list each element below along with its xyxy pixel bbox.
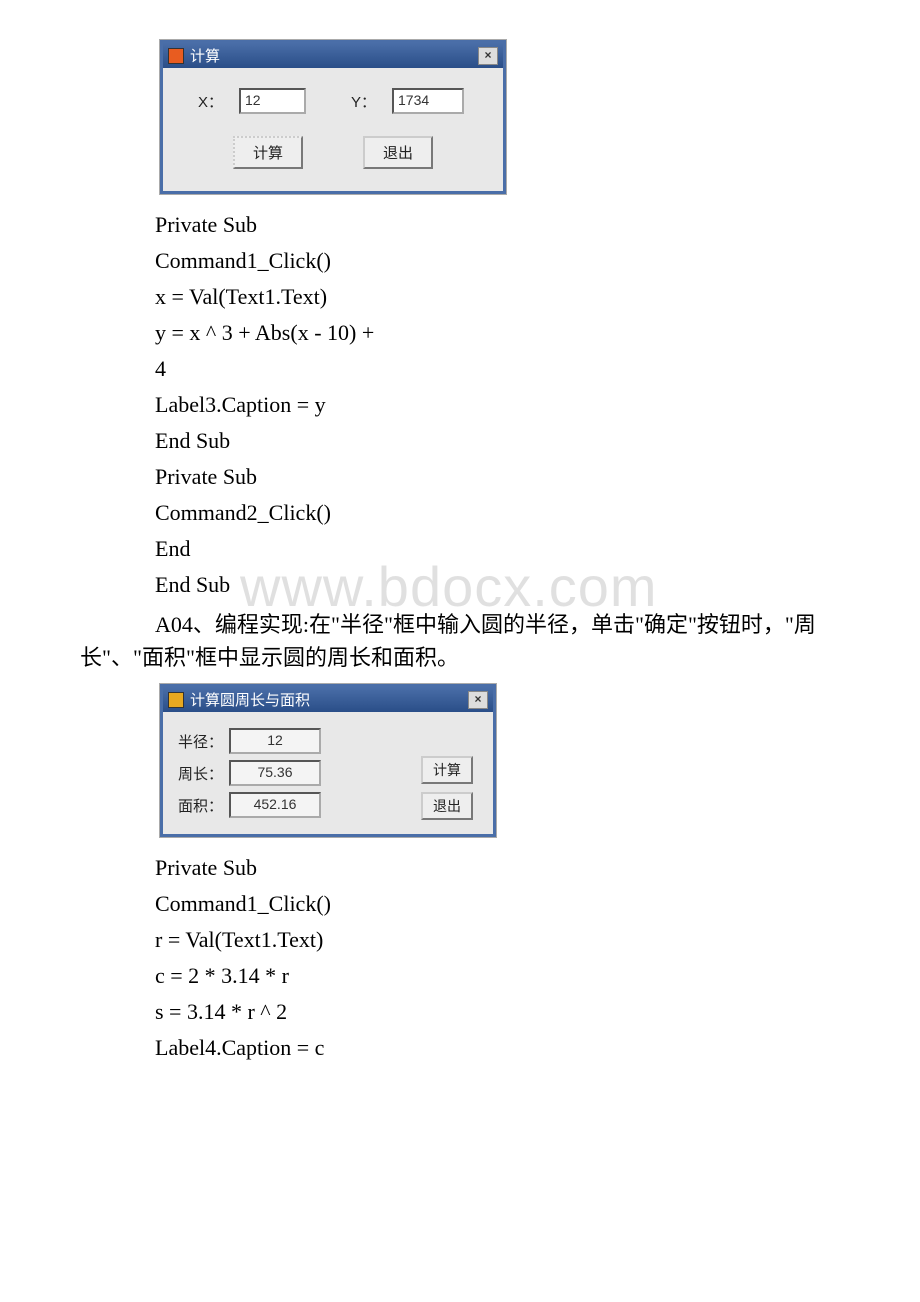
label-area: 面积： [173,795,229,816]
code-line: Label4.Caption = c [155,1035,840,1061]
vb-window-calc: 计算 × X： 12 Y： 1734 计算 退出 [160,40,506,194]
code-line: y = x ^ 3 + Abs(x - 10) + [155,320,840,346]
label4-circumference-output: 75.36 [229,760,321,786]
close-icon[interactable]: × [478,47,498,65]
code-line: End [155,536,840,562]
code-line: 4 [155,356,840,382]
exit-button[interactable]: 退出 [421,792,473,820]
window-title: 计算 [190,45,220,66]
code-line: End Sub [155,428,840,454]
label-y: Y： [316,91,382,112]
code-block-2: Private Sub Command1_Click() r = Val(Tex… [80,855,840,1061]
exit-button[interactable]: 退出 [363,136,433,169]
titlebar: 计算圆周长与面积 × [163,687,493,712]
label-radius: 半径： [173,731,229,752]
label-area-output: 452.16 [229,792,321,818]
calc-button[interactable]: 计算 [233,136,303,169]
code-line: Command1_Click() [155,891,840,917]
code-line: r = Val(Text1.Text) [155,927,840,953]
calc-button[interactable]: 计算 [421,756,473,784]
code-line: Label3.Caption = y [155,392,840,418]
code-line: Command1_Click() [155,248,840,274]
code-line: Private Sub [155,855,840,881]
window-title: 计算圆周长与面积 [190,689,310,710]
code-line: s = 3.14 * r ^ 2 [155,999,840,1025]
vb-window-circle: 计算圆周长与面积 × 半径： 12 周长： 75.36 面积： 45 [160,684,496,837]
problem-a04-text: A04、编程实现:在"半径"框中输入圆的半径，单击"确定"按钮时，"周长"、"面… [80,608,840,674]
code-line: c = 2 * 3.14 * r [155,963,840,989]
label-circumference: 周长： [173,763,229,784]
code-line: x = Val(Text1.Text) [155,284,840,310]
app-icon [168,692,184,708]
code-line: Private Sub [155,464,840,490]
text1-x-input[interactable]: 12 [239,88,306,114]
label3-y-output: 1734 [392,88,464,114]
code-line: End Sub [155,572,840,598]
code-block-1: Private Sub Command1_Click() x = Val(Tex… [80,212,840,598]
text1-radius-input[interactable]: 12 [229,728,321,754]
code-line: Private Sub [155,212,840,238]
close-icon[interactable]: × [468,691,488,709]
label-x: X： [173,91,229,112]
titlebar: 计算 × [163,43,503,68]
code-line: Command2_Click() [155,500,840,526]
app-icon [168,48,184,64]
